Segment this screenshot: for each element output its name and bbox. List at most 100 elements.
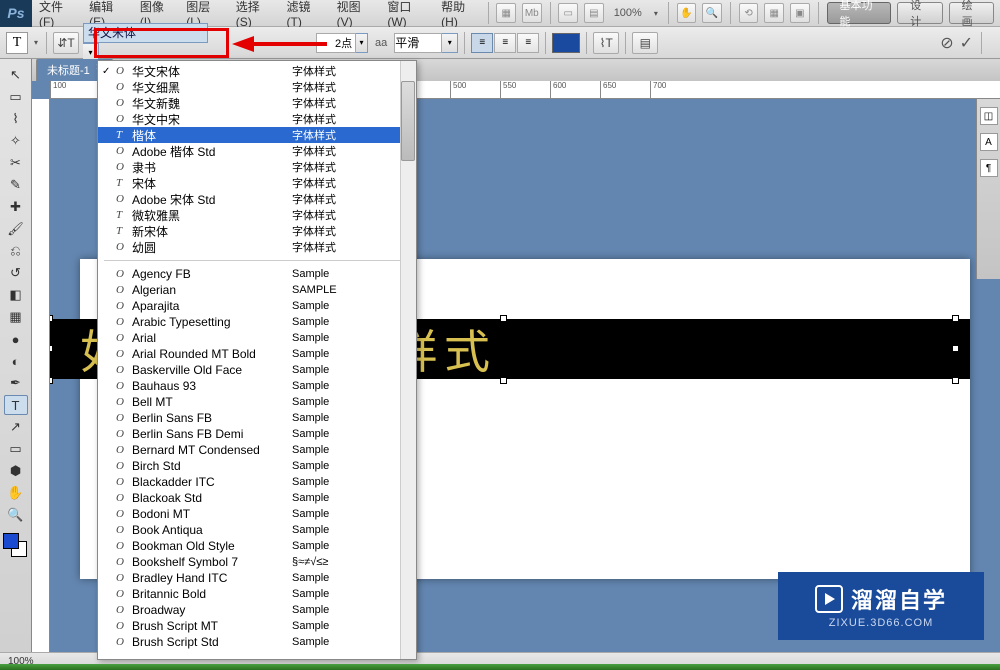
panel-icon[interactable]: ◫ [980,107,998,125]
font-list-item[interactable]: O华文新魏字体样式 [98,95,416,111]
font-list-item[interactable]: OBroadwaySample [98,602,416,618]
antialias-input[interactable] [394,33,442,53]
arrange-icon[interactable]: ▦ [764,3,784,23]
font-list-item[interactable]: OBell MTSample [98,394,416,410]
tool-preset-button[interactable]: T [6,32,28,54]
pen-tool[interactable]: ✒ [4,373,28,393]
font-list-item[interactable]: OBodoni MTSample [98,506,416,522]
font-size-input[interactable] [316,33,356,53]
rotate-view-icon[interactable]: ⟲ [739,3,759,23]
history-brush-tool[interactable]: ↺ [4,263,28,283]
warp-text-button[interactable]: ⌇T [593,32,619,54]
hand-tool[interactable]: ✋ [4,483,28,503]
antialias-combo[interactable]: ▾ [394,33,458,53]
menu-item[interactable]: 帮助(H) [434,0,485,27]
brush-tool[interactable]: 🖌 [4,219,28,239]
stamp-tool[interactable]: ⎌ [4,241,28,261]
font-list-item[interactable]: O华文中宋字体样式 [98,111,416,127]
font-list-item[interactable]: OAgency FBSample [98,266,416,282]
text-orientation-button[interactable]: ⇵T [53,32,79,54]
font-list-item[interactable]: OBerlin Sans FBSample [98,410,416,426]
path-tool[interactable]: ↗ [4,417,28,437]
chevron-down-icon[interactable]: ▾ [32,38,40,47]
lasso-tool[interactable]: ⌇ [4,109,28,129]
font-list-item[interactable]: ✓O华文宋体字体样式 [98,63,416,79]
view-doc-icon[interactable]: ▤ [584,3,604,23]
foreground-color[interactable] [3,533,19,549]
cancel-icon[interactable]: ⊘ [940,33,953,53]
menu-item[interactable]: 窗口(W) [380,0,434,27]
workspace-paint-button[interactable]: 绘画 [949,2,994,24]
font-list-item[interactable]: OBrush Script MTSample [98,618,416,634]
font-list-item[interactable]: OArabic TypesettingSample [98,314,416,330]
font-list-item[interactable]: O华文细黑字体样式 [98,79,416,95]
menu-item[interactable]: 滤镜(T) [280,0,330,27]
zoom-tool[interactable]: 🔍 [4,505,28,525]
font-list-item[interactable]: OBookshelf Symbol 7§≈≠√≤≥ [98,554,416,570]
move-tool[interactable]: ↖ [4,65,28,85]
font-list-item[interactable]: OBauhaus 93Sample [98,378,416,394]
font-list-item[interactable]: OBlackoak StdSample [98,490,416,506]
panel-icon[interactable]: ¶ [980,159,998,177]
character-panel-button[interactable]: ▤ [632,32,658,54]
eraser-tool[interactable]: ◧ [4,285,28,305]
font-list-item[interactable]: OArialSample [98,330,416,346]
healing-tool[interactable]: ✚ [4,197,28,217]
marquee-tool[interactable]: ▭ [4,87,28,107]
launch-mb-icon[interactable]: Mb [522,3,542,23]
scrollbar-thumb[interactable] [401,81,415,161]
font-list-item[interactable]: OBradley Hand ITCSample [98,570,416,586]
font-list-item[interactable]: OBernard MT CondensedSample [98,442,416,458]
transform-handle[interactable] [50,315,53,322]
panel-icon[interactable]: A [980,133,998,151]
workspace-design-button[interactable]: 设计 [897,2,942,24]
font-list-item[interactable]: T微软雅黑字体样式 [98,207,416,223]
font-list-item[interactable]: T楷体字体样式 [98,127,416,143]
font-list-item[interactable]: T新宋体字体样式 [98,223,416,239]
transform-handle[interactable] [50,345,53,352]
transform-handle[interactable] [952,345,959,352]
font-dropdown-list[interactable]: ✓O华文宋体字体样式O华文细黑字体样式O华文新魏字体样式O华文中宋字体样式T楷体… [97,60,417,660]
scrollbar[interactable] [400,61,416,659]
font-list-item[interactable]: OArial Rounded MT BoldSample [98,346,416,362]
font-family-combo[interactable]: ▾ [83,23,208,63]
blur-tool[interactable]: ● [4,329,28,349]
font-size-dropdown-button[interactable]: ▾ [356,33,368,53]
eyedropper-tool[interactable]: ✎ [4,175,28,195]
transform-handle[interactable] [500,315,507,322]
launch-bridge-icon[interactable]: ▦ [496,3,516,23]
font-family-input[interactable] [83,23,208,43]
align-left-button[interactable]: ≡ [471,33,493,53]
font-list-item[interactable]: OBritannic BoldSample [98,586,416,602]
menu-item[interactable]: 选择(S) [229,0,280,27]
transform-handle[interactable] [500,377,507,384]
font-list-item[interactable]: OBook AntiquaSample [98,522,416,538]
align-center-button[interactable]: ≡ [494,33,516,53]
crop-tool[interactable]: ✂ [4,153,28,173]
menu-item[interactable]: 视图(V) [330,0,381,27]
menu-item[interactable]: 文件(F) [32,0,82,27]
font-size-combo[interactable]: ▾ [316,33,368,53]
font-list-item[interactable]: O隶书字体样式 [98,159,416,175]
font-list-item[interactable]: T宋体字体样式 [98,175,416,191]
view-extras-icon[interactable]: ▭ [558,3,578,23]
font-list-item[interactable]: OAdobe 宋体 Std字体样式 [98,191,416,207]
font-list-item[interactable]: OBaskerville Old FaceSample [98,362,416,378]
transform-handle[interactable] [50,377,53,384]
hand-icon[interactable]: ✋ [677,3,697,23]
wand-tool[interactable]: ✧ [4,131,28,151]
font-list-item[interactable]: OAlgerianSAMPLE [98,282,416,298]
dodge-tool[interactable]: ◐ [4,351,28,371]
font-list-item[interactable]: OBerlin Sans FB DemiSample [98,426,416,442]
color-swatches[interactable] [3,533,29,559]
shape-tool[interactable]: ▭ [4,439,28,459]
font-list-item[interactable]: OBirch StdSample [98,458,416,474]
gradient-tool[interactable]: ▦ [4,307,28,327]
type-tool[interactable]: T [4,395,28,415]
align-right-button[interactable]: ≡ [517,33,539,53]
font-list-item[interactable]: OAparajitaSample [98,298,416,314]
workspace-essentials-button[interactable]: 基本功能 [827,2,892,24]
screen-mode-icon[interactable]: ▣ [790,3,810,23]
font-list-item[interactable]: OBookman Old StyleSample [98,538,416,554]
transform-handle[interactable] [952,377,959,384]
